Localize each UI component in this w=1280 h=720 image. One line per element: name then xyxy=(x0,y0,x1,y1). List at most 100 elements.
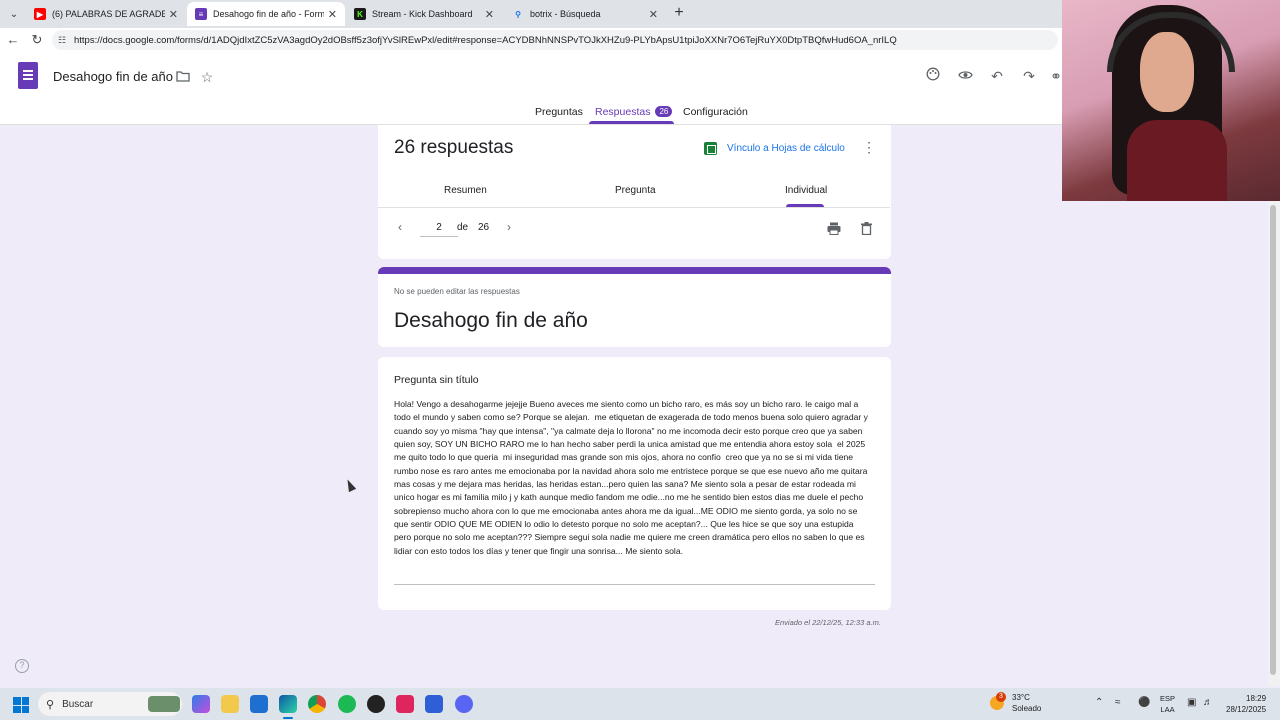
language-indicator[interactable]: ESP LAA xyxy=(1160,693,1175,715)
responses-count-title: 26 respuestas xyxy=(394,137,514,158)
redo-icon[interactable]: ↷ xyxy=(1020,67,1038,85)
lang-line1: ESP xyxy=(1160,694,1176,703)
answer-text: Hola! Vengo a desahogarme jejejje Bueno … xyxy=(394,399,871,556)
copilot-icon[interactable] xyxy=(192,695,210,713)
page-scrollbar[interactable] xyxy=(1268,201,1280,686)
close-icon[interactable]: ✕ xyxy=(328,8,337,21)
more-vert-icon[interactable]: ⋮ xyxy=(862,139,876,156)
form-title: Desahogo fin de año xyxy=(394,309,588,332)
tiktok-studio-icon[interactable] xyxy=(396,695,414,713)
google-forms-icon: ≡ xyxy=(195,8,207,20)
webcam-shirt xyxy=(1127,120,1227,201)
sheets-link-button[interactable]: Vínculo a Hojas de cálculo xyxy=(704,142,845,155)
response-page-input[interactable]: 2 xyxy=(420,222,458,237)
clock-date: 28/12/2025 xyxy=(1226,705,1267,714)
browser-tab-botrix[interactable]: ⚲ botrix - Búsqueda ✕ xyxy=(504,2,666,26)
chrome-icon[interactable] xyxy=(308,695,326,713)
undo-icon[interactable]: ↶ xyxy=(988,67,1006,85)
app-icon[interactable] xyxy=(425,695,443,713)
taskbar: ⚲ Buscar 3 33°C Soleado ⌃ ≈ ⚫ ESP LAA ▣ … xyxy=(0,688,1280,720)
search-highlight-image xyxy=(148,696,180,712)
responses-count-badge: 26 xyxy=(655,106,673,117)
taskbar-search-label: Buscar xyxy=(62,698,94,710)
previous-chevron-icon[interactable]: ‹ xyxy=(398,220,402,234)
forms-header: Desahogo fin de año ☆ ↶ ↷ ⚭ Preguntas Re… xyxy=(0,52,1062,125)
link-icon[interactable]: ⚭ xyxy=(1050,67,1062,85)
tab-title: (6) PALABRAS DE AGRADECIMIENTO xyxy=(52,9,165,19)
file-explorer-icon[interactable] xyxy=(221,695,239,713)
scrollbar-thumb[interactable] xyxy=(1270,205,1276,675)
answer-underline xyxy=(394,584,875,585)
youtube-icon: ▶ xyxy=(34,8,46,20)
microsoft-store-icon[interactable] xyxy=(250,695,268,713)
tab-title: botrix - Búsqueda xyxy=(530,9,601,19)
close-icon[interactable]: ✕ xyxy=(169,8,178,21)
obs-icon[interactable] xyxy=(367,695,385,713)
address-bar-row: ← ↻ ☷ https://docs.google.com/forms/d/1A… xyxy=(0,28,1062,52)
volume-icon[interactable]: ♬ xyxy=(1203,697,1213,708)
mouse-cursor-icon xyxy=(343,477,357,493)
pager-of-label: de xyxy=(457,222,469,233)
close-icon[interactable]: ✕ xyxy=(485,8,494,21)
system-clock[interactable]: 18:29 28/12/2025 xyxy=(1226,693,1266,715)
folder-icon[interactable] xyxy=(174,68,192,86)
kick-icon: K xyxy=(354,8,366,20)
active-tab-indicator xyxy=(589,121,674,124)
print-icon[interactable] xyxy=(827,222,841,238)
spotify-icon[interactable] xyxy=(338,695,356,713)
search-icon: ⚲ xyxy=(515,9,521,19)
pager-total: 26 xyxy=(478,222,490,233)
back-arrow-icon[interactable]: ← xyxy=(5,32,21,48)
no-edit-notice: No se pueden editar las respuestas xyxy=(394,287,520,296)
next-chevron-icon[interactable]: › xyxy=(507,220,511,234)
browser-tab-youtube[interactable]: ▶ (6) PALABRAS DE AGRADECIMIENTO ✕ xyxy=(26,2,186,26)
browser-tab-kick[interactable]: K Stream - Kick Dashboard ✕ xyxy=(346,2,502,26)
tab-title: Stream - Kick Dashboard xyxy=(372,9,473,19)
preview-eye-icon[interactable] xyxy=(956,67,974,85)
microphone-icon[interactable]: ⚫ xyxy=(1138,697,1150,708)
display-icon[interactable]: ▣ xyxy=(1187,697,1196,708)
weather-temp: 33°C xyxy=(1012,693,1030,702)
weather-badge: 3 xyxy=(996,692,1006,702)
search-icon: ⚲ xyxy=(46,698,55,711)
weather-widget[interactable]: 3 33°C Soleado xyxy=(990,692,1041,714)
webcam-overlay xyxy=(1062,0,1280,201)
reload-icon[interactable]: ↻ xyxy=(29,32,45,48)
subtab-resumen[interactable]: Resumen xyxy=(444,185,487,196)
delete-icon[interactable] xyxy=(861,222,872,238)
responses-summary-card: 26 respuestas Vínculo a Hojas de cálculo… xyxy=(378,125,891,259)
chevron-up-icon[interactable]: ⌃ xyxy=(1095,697,1103,708)
browser-tab-forms[interactable]: ≡ Desahogo fin de año - Formulario ✕ xyxy=(187,2,345,26)
clock-time: 18:29 xyxy=(1246,694,1267,703)
tab-preguntas[interactable]: Preguntas xyxy=(535,106,583,118)
divider xyxy=(378,207,890,208)
question-title: Pregunta sin título xyxy=(394,374,479,386)
url-field[interactable]: ☷ https://docs.google.com/forms/d/1ADQjd… xyxy=(52,30,1058,50)
weather-text: 33°C Soleado xyxy=(1012,692,1041,714)
answer-card: Pregunta sin título Hola! Vengo a desaho… xyxy=(378,357,891,610)
tab-configuracion[interactable]: Configuración xyxy=(683,106,748,118)
edge-icon[interactable] xyxy=(279,695,297,713)
subtab-pregunta[interactable]: Pregunta xyxy=(615,185,656,196)
tab-respuestas[interactable]: Respuestas 26 xyxy=(595,106,673,118)
network-icon[interactable]: ≈ xyxy=(1115,697,1121,708)
subtab-individual[interactable]: Individual xyxy=(785,185,827,196)
site-info-icon[interactable]: ☷ xyxy=(58,35,68,45)
google-sheets-icon xyxy=(704,142,717,155)
help-icon[interactable]: ? xyxy=(15,659,29,673)
taskbar-search[interactable]: ⚲ Buscar xyxy=(38,692,182,716)
weather-desc: Soleado xyxy=(1012,704,1042,713)
palette-icon[interactable] xyxy=(924,67,942,85)
close-icon[interactable]: ✕ xyxy=(649,8,658,21)
discord-icon[interactable] xyxy=(455,695,473,713)
new-tab-plus-icon[interactable]: + xyxy=(670,4,688,22)
star-icon[interactable]: ☆ xyxy=(198,68,216,86)
lang-line2: LAA xyxy=(1160,705,1175,714)
google-forms-logo-icon[interactable] xyxy=(18,62,38,89)
document-title[interactable]: Desahogo fin de año xyxy=(53,69,173,84)
url-text: https://docs.google.com/forms/d/1ADQjdIx… xyxy=(74,34,897,46)
windows-start-icon[interactable] xyxy=(13,697,29,713)
active-app-indicator xyxy=(283,717,293,719)
tab-search-chevron-icon[interactable]: ⌄ xyxy=(4,4,24,24)
sun-icon: 3 xyxy=(990,692,1006,710)
